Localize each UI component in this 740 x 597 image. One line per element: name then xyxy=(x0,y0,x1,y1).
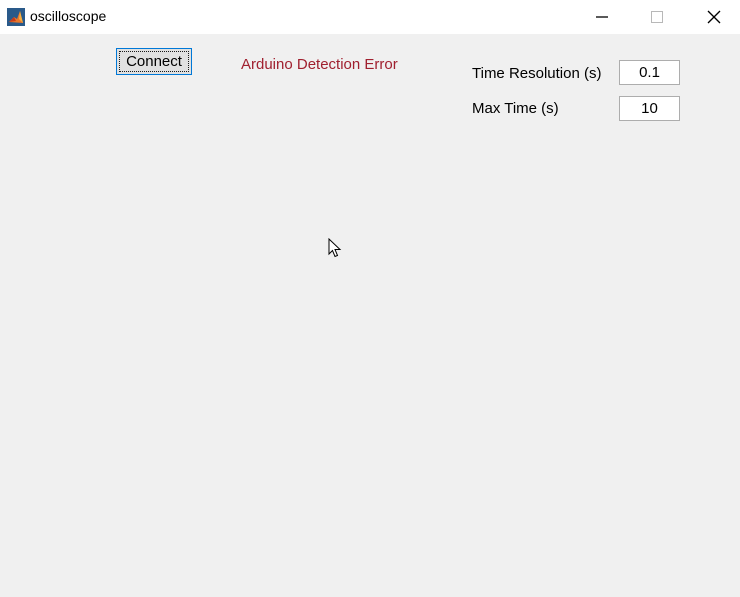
time-resolution-label: Time Resolution (s) xyxy=(472,65,602,82)
window-title: oscilloscope xyxy=(30,8,107,24)
mouse-cursor-icon xyxy=(328,237,342,258)
close-icon xyxy=(707,10,721,24)
title-bar[interactable]: oscilloscope xyxy=(0,0,740,34)
maximize-button[interactable] xyxy=(634,0,680,34)
maximize-icon xyxy=(651,11,663,23)
matlab-icon xyxy=(7,8,25,26)
status-message: Arduino Detection Error xyxy=(241,56,398,73)
oscilloscope-window: oscilloscope Connect Arduino Detection E… xyxy=(0,0,740,597)
time-resolution-input[interactable] xyxy=(619,60,680,85)
minimize-button[interactable] xyxy=(579,0,625,34)
max-time-input[interactable] xyxy=(619,96,680,121)
max-time-label: Max Time (s) xyxy=(472,100,559,117)
close-button[interactable] xyxy=(691,0,737,34)
connect-button[interactable]: Connect xyxy=(116,48,192,75)
minimize-icon xyxy=(596,16,608,18)
